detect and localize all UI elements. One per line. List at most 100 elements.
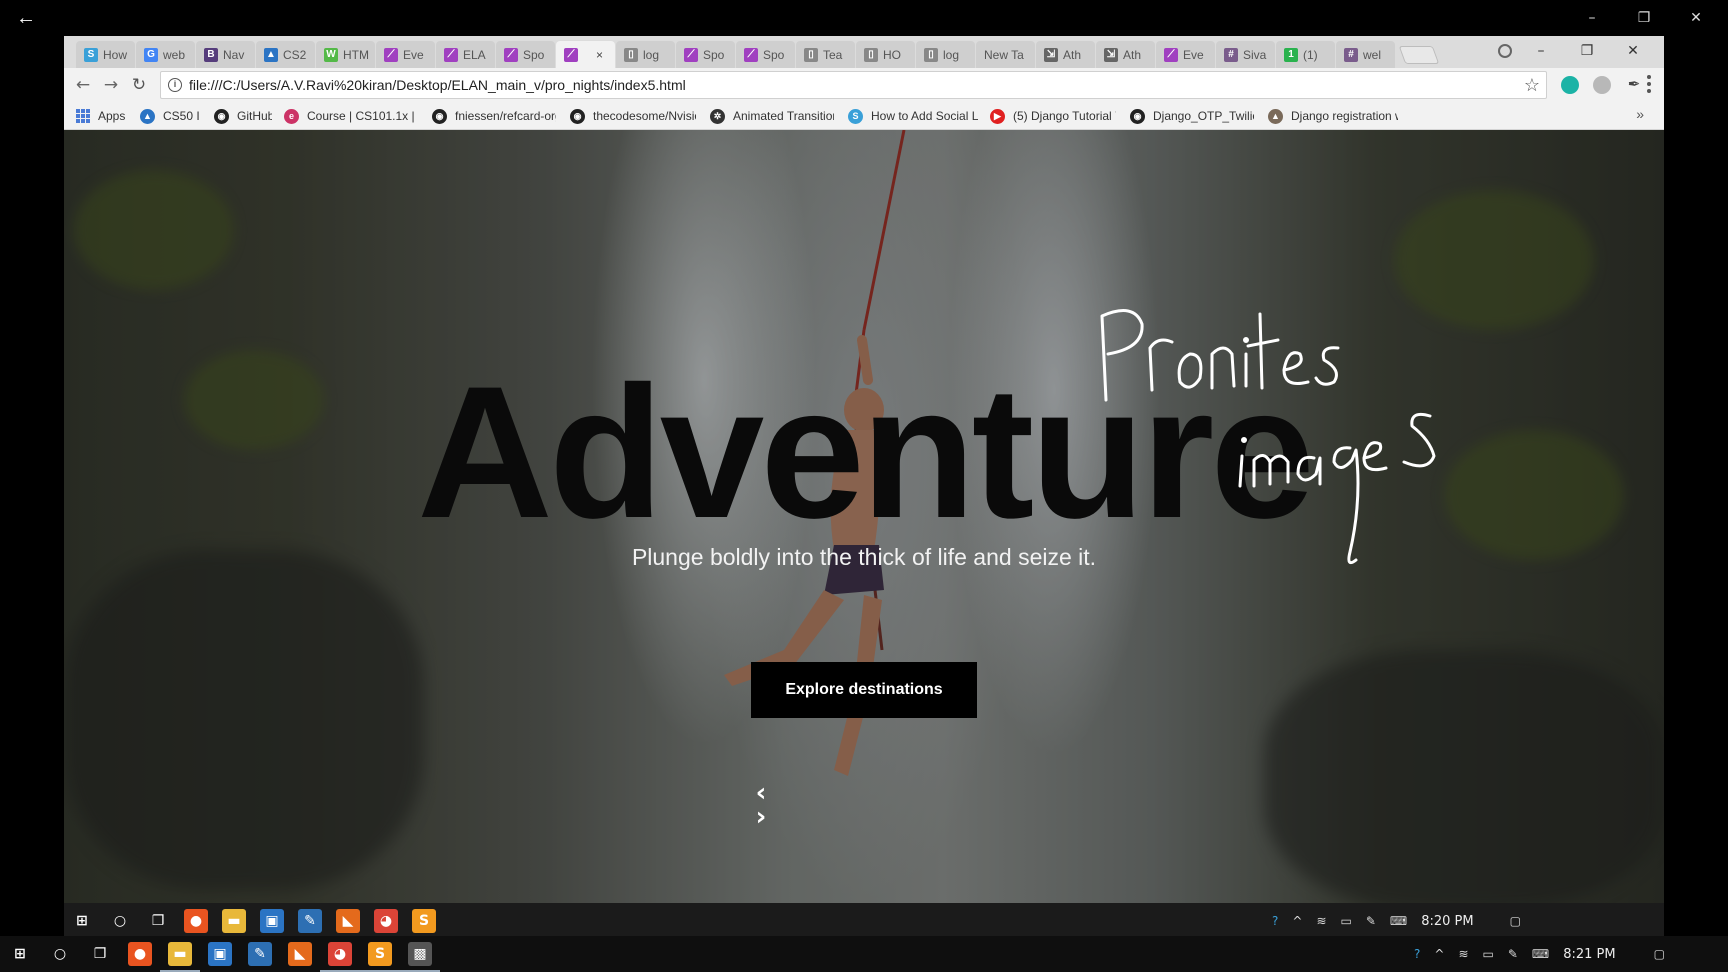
- tab-list: S How Gweb B Nav ▲ CS2 W HTM ⟋ Eve ⟋ ELA ⟋ Spo ⟋ × ▯ log ⟋ S…: [76, 41, 1440, 68]
- maximize-button[interactable]: ❐: [1618, 4, 1670, 32]
- tab-9[interactable]: ▯ log: [616, 41, 675, 68]
- tab-19[interactable]: # Siva: [1216, 41, 1275, 68]
- keyboard-icon[interactable]: ⌨: [1532, 947, 1549, 961]
- tab-5[interactable]: ⟋ Eve: [376, 41, 435, 68]
- grammarly-extension-icon[interactable]: [1561, 76, 1579, 94]
- back-arrow-icon[interactable]: ←: [14, 6, 38, 30]
- bookmark-item[interactable]: S How to Add Social Lo: [848, 107, 978, 125]
- tab-16[interactable]: ⇲ Ath: [1036, 41, 1095, 68]
- browser-menu-icon[interactable]: [1646, 75, 1652, 93]
- tab-12[interactable]: ▯ Tea: [796, 41, 855, 68]
- pen-workspace-icon[interactable]: ✎: [1508, 947, 1518, 961]
- bookmark-item[interactable]: ✲ Animated Transition: [710, 107, 834, 125]
- bookmark-item[interactable]: ▶ (5) Django Tutorial 7: [990, 107, 1116, 125]
- chrome-icon[interactable]: ◕: [320, 942, 360, 972]
- tab-17[interactable]: ⇲ Ath: [1096, 41, 1155, 68]
- profile-icon[interactable]: [1492, 38, 1518, 64]
- explore-destinations-button[interactable]: Explore destinations: [751, 662, 977, 718]
- tab-13[interactable]: ▯ HO: [856, 41, 915, 68]
- task-view-icon[interactable]: ❐: [88, 942, 112, 966]
- chevron-down-icon[interactable]: ›: [752, 804, 770, 830]
- pen-icon[interactable]: ✎: [248, 942, 272, 966]
- photos-icon[interactable]: ▩: [400, 942, 440, 972]
- wifi-icon[interactable]: ≋: [1316, 914, 1326, 928]
- bookmark-label: Django_OTP_Twilio/C: [1153, 109, 1254, 123]
- bookmark-item[interactable]: ▲ CS50 IDE: [140, 107, 200, 125]
- browser-minimize-button[interactable]: –: [1518, 38, 1564, 64]
- tab-close-icon[interactable]: ×: [596, 48, 610, 62]
- bookmark-item[interactable]: ◉ fniessen/refcard-org-: [432, 107, 556, 125]
- tab-8[interactable]: ⟋ ×: [556, 41, 615, 68]
- battery-icon[interactable]: ▭: [1483, 947, 1494, 961]
- tab-14[interactable]: ▯ log: [916, 41, 975, 68]
- reload-icon[interactable]: ↻: [128, 74, 150, 96]
- ubuntu-icon[interactable]: ●: [184, 909, 208, 933]
- close-button[interactable]: ✕: [1670, 4, 1722, 32]
- keyboard-icon[interactable]: ⌨: [1390, 914, 1407, 928]
- sublime-icon[interactable]: S: [360, 942, 400, 972]
- forward-icon[interactable]: →: [100, 74, 122, 96]
- file-explorer-icon[interactable]: ▬: [160, 942, 200, 972]
- eyedropper-extension-icon[interactable]: ✒: [1625, 76, 1643, 94]
- outlook-icon[interactable]: ▣: [260, 909, 284, 933]
- clock[interactable]: 8:20 PM: [1421, 914, 1473, 929]
- tab-15[interactable]: New Ta: [976, 41, 1035, 68]
- pen-icon[interactable]: ✎: [298, 909, 322, 933]
- file-explorer-icon[interactable]: ▬: [214, 909, 254, 939]
- back-icon[interactable]: ←: [72, 74, 94, 96]
- bookmark-item[interactable]: ◉ GitHub: [214, 107, 272, 125]
- task-view-icon[interactable]: ❐: [146, 909, 170, 933]
- wifi-icon[interactable]: ≋: [1458, 947, 1468, 961]
- cloud-extension-icon[interactable]: [1593, 76, 1611, 94]
- clock[interactable]: 8:21 PM: [1563, 947, 1615, 962]
- tab-2[interactable]: B Nav: [196, 41, 255, 68]
- cortana-icon[interactable]: ○: [108, 909, 132, 933]
- tab-18[interactable]: ⟋ Eve: [1156, 41, 1215, 68]
- tab-21[interactable]: # wel: [1336, 41, 1395, 68]
- matlab-icon[interactable]: ◣: [288, 942, 312, 966]
- ubuntu-icon[interactable]: ●: [128, 942, 152, 966]
- chevron-up-icon[interactable]: ‹: [752, 780, 770, 806]
- address-bar[interactable]: i file:///C:/Users/A.V.Ravi%20kiran/Desk…: [160, 71, 1547, 99]
- bookmark-item[interactable]: e Course | CS101.1x | e: [284, 107, 418, 125]
- bookmark-star-icon[interactable]: ☆: [1524, 75, 1540, 96]
- tab-0[interactable]: S How: [76, 41, 135, 68]
- bookmark-label: Course | CS101.1x | e: [307, 109, 418, 123]
- bookmark-item[interactable]: Apps: [76, 107, 128, 125]
- chrome-icon[interactable]: ◕: [366, 909, 406, 939]
- help-icon[interactable]: ?: [1414, 947, 1420, 961]
- notifications-icon[interactable]: ▢: [1654, 947, 1665, 961]
- notifications-icon[interactable]: ▢: [1510, 914, 1521, 928]
- tab-3[interactable]: ▲ CS2: [256, 41, 315, 68]
- cortana-icon[interactable]: ○: [48, 942, 72, 966]
- start-icon[interactable]: ⊞: [8, 942, 32, 966]
- tab-7[interactable]: ⟋ Spo: [496, 41, 555, 68]
- chevron-up-icon[interactable]: ^: [1292, 914, 1302, 928]
- url-text[interactable]: file:///C:/Users/A.V.Ravi%20kiran/Deskto…: [189, 77, 686, 93]
- bookmarks-overflow-icon[interactable]: »: [1636, 106, 1644, 122]
- minimize-button[interactable]: –: [1566, 4, 1618, 32]
- sublime-icon[interactable]: S: [404, 909, 444, 939]
- bookmark-item[interactable]: ◉ thecodesome/Nvisio: [570, 107, 696, 125]
- chevron-up-icon[interactable]: ^: [1434, 947, 1444, 961]
- tab-label: log: [643, 47, 660, 62]
- browser-close-button[interactable]: ✕: [1610, 38, 1656, 64]
- tab-10[interactable]: ⟋ Spo: [676, 41, 735, 68]
- outlook-icon[interactable]: ▣: [208, 942, 232, 966]
- tab-6[interactable]: ⟋ ELA: [436, 41, 495, 68]
- matlab-icon[interactable]: ◣: [336, 909, 360, 933]
- battery-icon[interactable]: ▭: [1341, 914, 1352, 928]
- tab-4[interactable]: W HTM: [316, 41, 375, 68]
- bookmark-item[interactable]: ▲ Django registration w: [1268, 107, 1398, 125]
- tab-favicon-icon: ⟋: [744, 47, 758, 62]
- help-icon[interactable]: ?: [1272, 914, 1278, 928]
- tab-11[interactable]: ⟋ Spo: [736, 41, 795, 68]
- info-icon[interactable]: i: [168, 78, 182, 92]
- pen-workspace-icon[interactable]: ✎: [1366, 914, 1376, 928]
- new-tab-button[interactable]: [1398, 46, 1440, 64]
- tab-1[interactable]: Gweb: [136, 41, 195, 68]
- tab-20[interactable]: 1 (1): [1276, 41, 1335, 68]
- bookmark-item[interactable]: ◉ Django_OTP_Twilio/C: [1130, 107, 1254, 125]
- browser-restore-button[interactable]: ❐: [1564, 38, 1610, 64]
- start-icon[interactable]: ⊞: [70, 909, 94, 933]
